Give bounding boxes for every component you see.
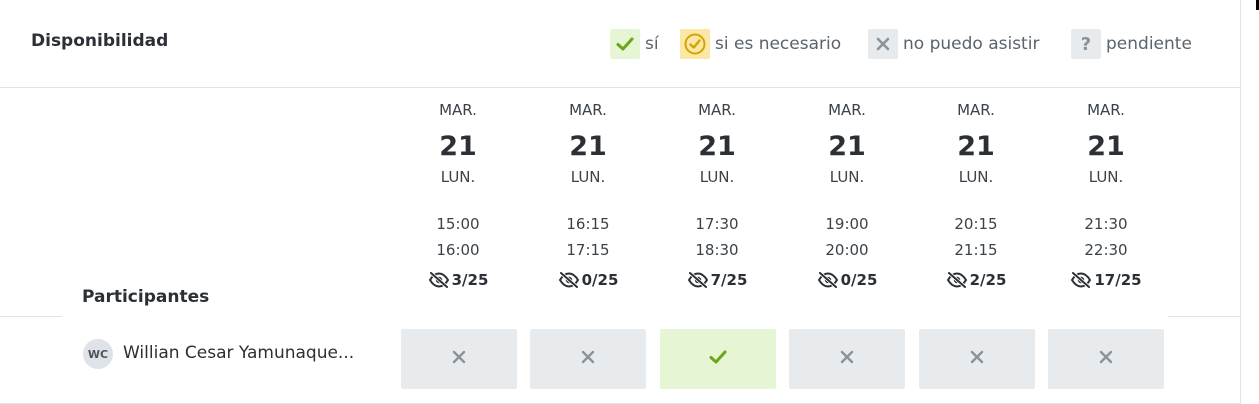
slot-count-value: 3/25 bbox=[451, 271, 489, 289]
response-cell[interactable] bbox=[789, 329, 905, 389]
slot-month: MAR. bbox=[1087, 101, 1125, 119]
panel-title: Disponibilidad bbox=[31, 31, 169, 51]
x-icon bbox=[451, 349, 467, 369]
slot-day: 21 bbox=[1087, 131, 1125, 162]
slot-weekday: LUN. bbox=[958, 168, 994, 186]
response-cell[interactable] bbox=[919, 329, 1035, 389]
slot-count-value: 2/25 bbox=[969, 271, 1007, 289]
eye-off-icon bbox=[817, 272, 839, 288]
eye-off-icon bbox=[558, 272, 580, 288]
avatar: WC bbox=[83, 339, 113, 369]
response-cell[interactable] bbox=[1048, 329, 1164, 389]
slot-start-time: 20:15 bbox=[954, 215, 998, 233]
slot-day: 21 bbox=[957, 131, 995, 162]
eye-off-icon bbox=[687, 272, 709, 288]
slot-end-time: 16:00 bbox=[436, 241, 480, 259]
legend-pending: ? pendiente bbox=[1071, 29, 1192, 59]
slot-column: MAR. 21 LUN. 17:30 18:30 7/25 bbox=[659, 100, 775, 290]
slot-month: MAR. bbox=[569, 101, 607, 119]
participant-name: Willian Cesar Yamunaque... bbox=[123, 343, 355, 363]
slot-weekday: LUN. bbox=[570, 168, 606, 186]
slot-day: 21 bbox=[828, 131, 866, 162]
slot-day: 21 bbox=[569, 131, 607, 162]
slot-day: 21 bbox=[439, 131, 477, 162]
slot-end-time: 18:30 bbox=[695, 241, 739, 259]
row-divider bbox=[1168, 316, 1241, 317]
slot-start-time: 17:30 bbox=[695, 215, 739, 233]
check-icon bbox=[708, 347, 728, 371]
slot-count-value: 7/25 bbox=[710, 271, 748, 289]
legend-label: si es necesario bbox=[715, 34, 842, 54]
x-icon bbox=[868, 29, 898, 59]
slot-weekday: LUN. bbox=[699, 168, 735, 186]
check-icon bbox=[610, 29, 640, 59]
slot-weekday: LUN. bbox=[440, 168, 476, 186]
slot-count: 3/25 bbox=[400, 270, 516, 290]
response-cell[interactable] bbox=[530, 329, 646, 389]
slot-count: 0/25 bbox=[530, 270, 646, 290]
slot-count-value: 0/25 bbox=[840, 271, 878, 289]
slot-column: MAR. 21 LUN. 16:15 17:15 0/25 bbox=[530, 100, 646, 290]
legend-label: pendiente bbox=[1106, 34, 1192, 54]
slot-end-time: 21:15 bbox=[954, 241, 998, 259]
participants-label: Participantes bbox=[82, 287, 210, 307]
slot-end-time: 20:00 bbox=[825, 241, 869, 259]
slot-end-time: 22:30 bbox=[1084, 241, 1128, 259]
slot-start-time: 15:00 bbox=[436, 215, 480, 233]
slot-start-time: 21:30 bbox=[1084, 215, 1128, 233]
slot-end-time: 17:15 bbox=[566, 241, 610, 259]
x-icon bbox=[1098, 349, 1114, 369]
legend-yes: sí bbox=[610, 29, 659, 59]
question-icon: ? bbox=[1071, 29, 1101, 59]
slot-month: MAR. bbox=[439, 101, 477, 119]
slot-count: 0/25 bbox=[789, 270, 905, 290]
x-icon bbox=[580, 349, 596, 369]
panel-header: Disponibilidad sí si es necesario no pue… bbox=[0, 0, 1241, 88]
legend-label: no puedo asistir bbox=[903, 34, 1040, 54]
slot-start-time: 19:00 bbox=[825, 215, 869, 233]
response-cell[interactable] bbox=[401, 329, 517, 389]
eye-off-icon bbox=[946, 272, 968, 288]
slot-weekday: LUN. bbox=[1088, 168, 1124, 186]
slot-count: 17/25 bbox=[1048, 270, 1164, 290]
slot-count-value: 17/25 bbox=[1094, 271, 1142, 289]
eye-off-icon bbox=[1070, 272, 1092, 288]
legend-label: sí bbox=[645, 34, 659, 54]
slot-column: MAR. 21 LUN. 21:30 22:30 17/25 bbox=[1048, 100, 1164, 290]
legend-if-needed: si es necesario bbox=[680, 29, 841, 59]
x-icon bbox=[969, 349, 985, 369]
availability-panel: Disponibilidad sí si es necesario no pue… bbox=[0, 0, 1241, 404]
slot-count-value: 0/25 bbox=[581, 271, 619, 289]
slot-month: MAR. bbox=[828, 101, 866, 119]
circle-check-icon bbox=[680, 29, 710, 59]
slot-column: MAR. 21 LUN. 19:00 20:00 0/25 bbox=[789, 100, 905, 290]
eye-off-icon bbox=[428, 272, 450, 288]
row-divider bbox=[0, 316, 62, 317]
response-cell[interactable] bbox=[660, 329, 776, 389]
slot-column: MAR. 21 LUN. 20:15 21:15 2/25 bbox=[918, 100, 1034, 290]
slot-start-time: 16:15 bbox=[566, 215, 610, 233]
legend-no: no puedo asistir bbox=[868, 29, 1039, 59]
x-icon bbox=[839, 349, 855, 369]
slot-count: 7/25 bbox=[659, 270, 775, 290]
slot-count: 2/25 bbox=[918, 270, 1034, 290]
slot-month: MAR. bbox=[957, 101, 995, 119]
slot-day: 21 bbox=[698, 131, 736, 162]
slot-column: MAR. 21 LUN. 15:00 16:00 3/25 bbox=[400, 100, 516, 290]
slot-weekday: LUN. bbox=[829, 168, 865, 186]
slot-month: MAR. bbox=[698, 101, 736, 119]
